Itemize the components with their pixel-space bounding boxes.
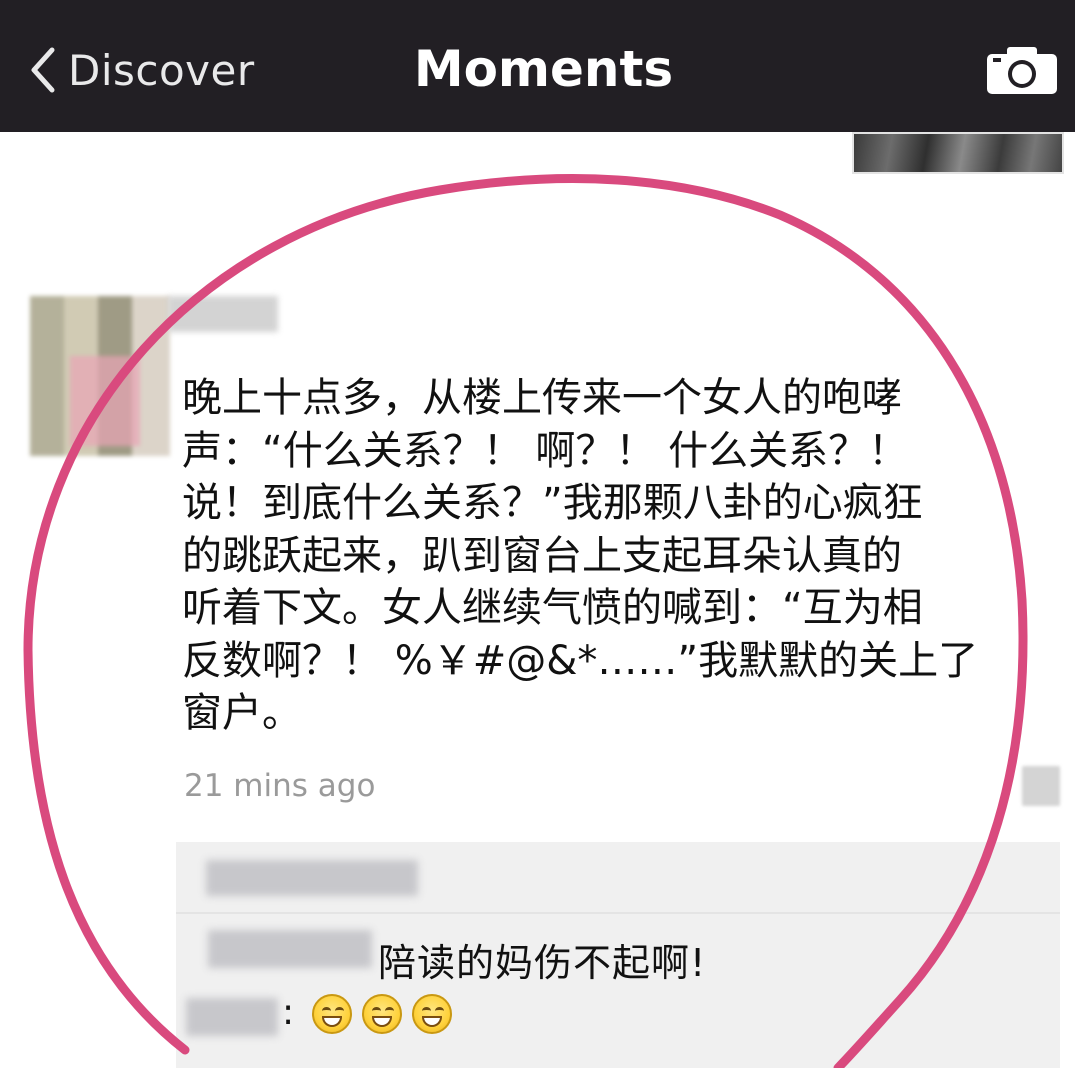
page-title: Moments bbox=[413, 40, 674, 98]
camera-icon[interactable] bbox=[985, 44, 1059, 96]
comment-text: 陪读的妈伤不起啊! bbox=[378, 941, 707, 985]
commenter-name-blurred[interactable] bbox=[208, 930, 372, 968]
likes-row-blurred bbox=[206, 860, 418, 896]
grin-emoji bbox=[412, 994, 452, 1034]
author-name-blurred[interactable] bbox=[168, 296, 278, 332]
cover-photo-thumbnail bbox=[852, 132, 1064, 174]
comment-action-button[interactable] bbox=[1022, 766, 1060, 806]
avatar[interactable] bbox=[30, 296, 170, 456]
grin-emoji bbox=[312, 994, 352, 1034]
post-text: 晚上十点多，从楼上传来一个女人的咆哮 声：“什么关系？！ 啊？！ 什么关系？！ … bbox=[182, 375, 979, 736]
comment-divider bbox=[176, 912, 1060, 914]
navigation-bar: Discover Moments bbox=[0, 0, 1075, 132]
commenter-name-blurred[interactable] bbox=[186, 998, 278, 1036]
grin-emoji bbox=[362, 994, 402, 1034]
post-timestamp: 21 mins ago bbox=[184, 768, 376, 804]
comment-colon: : bbox=[282, 992, 295, 1033]
